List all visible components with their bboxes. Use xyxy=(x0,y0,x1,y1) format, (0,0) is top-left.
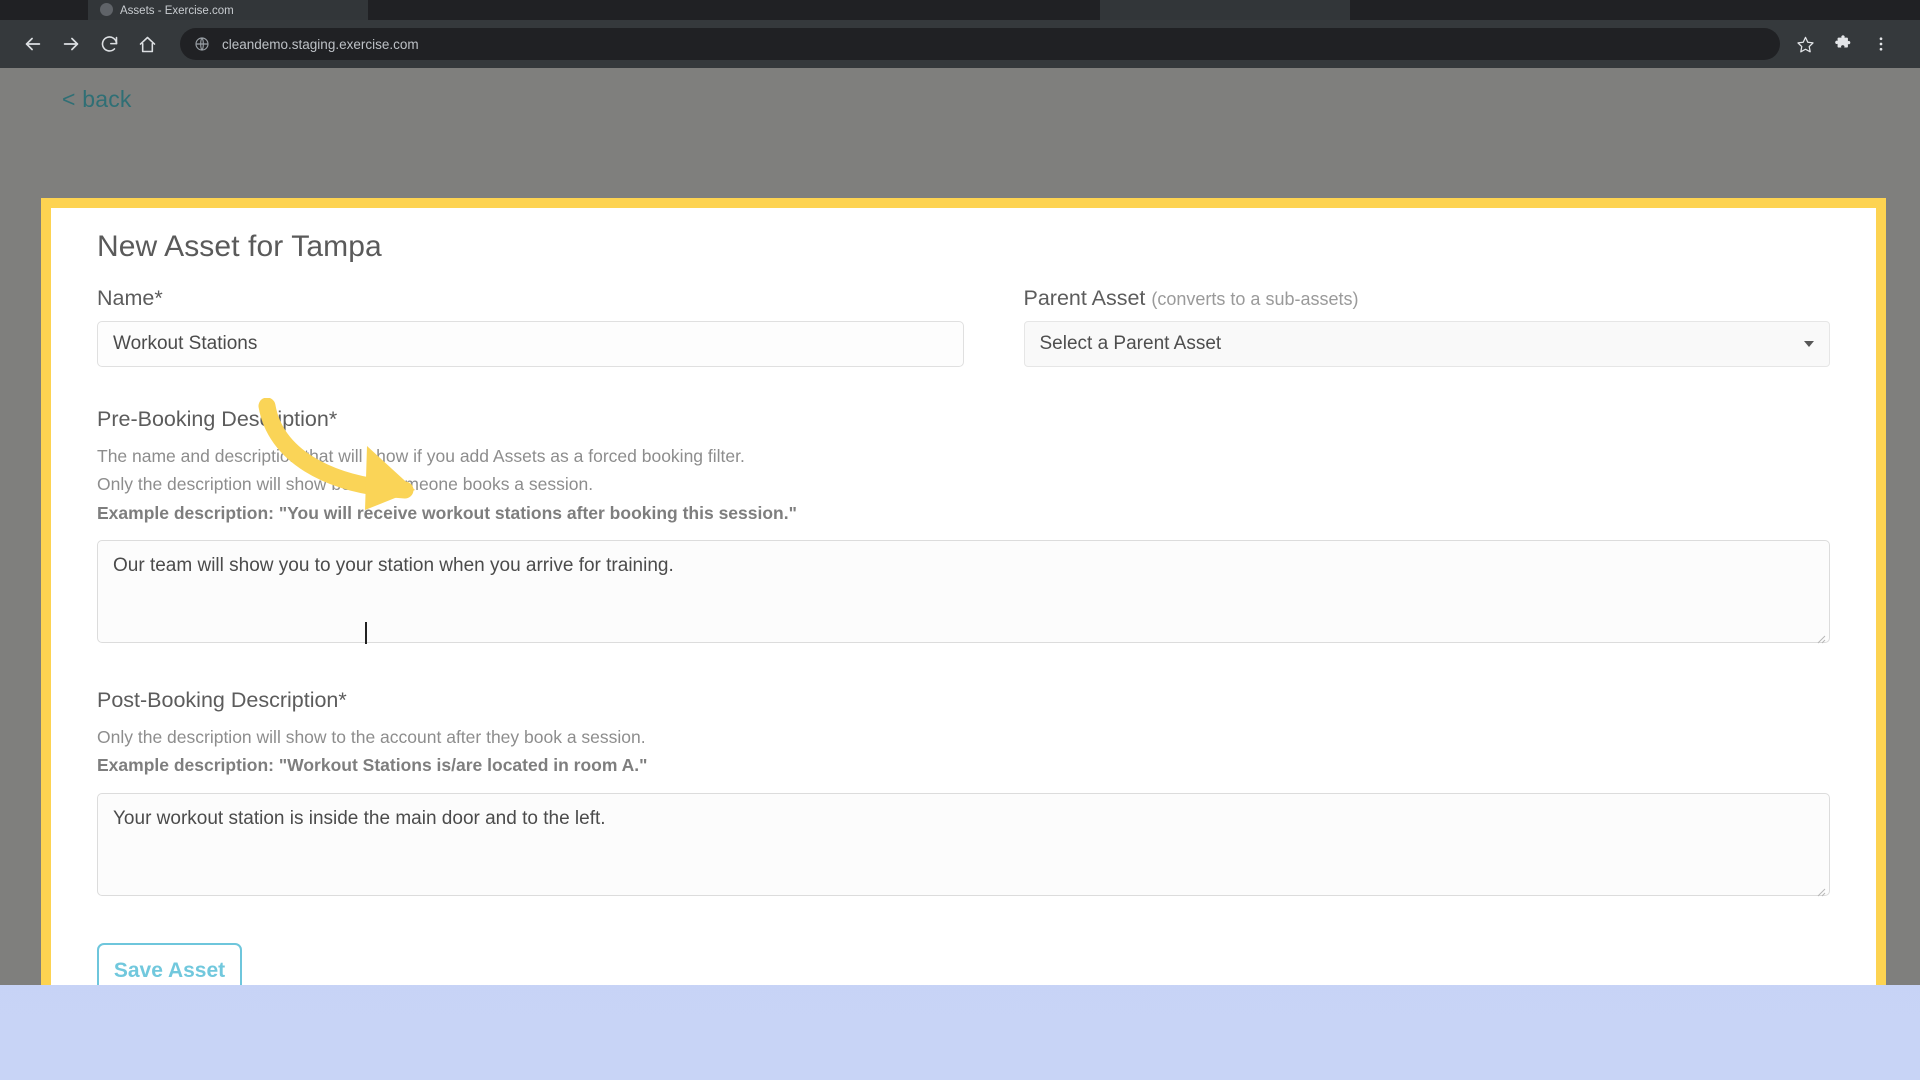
parent-asset-select-wrap: Select a Parent Asset xyxy=(1023,321,1830,367)
pre-booking-title: Pre-Booking Description* xyxy=(97,407,338,431)
parent-asset-label: Parent Asset (converts to a sub-assets) xyxy=(1024,286,1831,311)
post-booking-section: Post-Booking Description* Only the descr… xyxy=(97,688,1830,901)
parent-asset-label-main: Parent Asset xyxy=(1023,286,1146,310)
asset-form-card: New Asset for Tampa Name* Parent Asset (… xyxy=(51,208,1876,985)
top-fields-row: Name* Parent Asset (converts to a sub-as… xyxy=(97,286,1830,367)
browser-toolbar: cleandemo.staging.exercise.com xyxy=(0,20,1920,68)
parent-asset-selected-value: Select a Parent Asset xyxy=(1039,333,1222,354)
browser-window: Assets - Exercise.com cleandemo.staging.… xyxy=(0,0,1920,985)
post-booking-example: Example description: "Workout Stations i… xyxy=(97,755,648,776)
post-booking-textarea-wrap xyxy=(97,785,1830,901)
page-title: New Asset for Tampa xyxy=(97,230,382,263)
parent-asset-group: Parent Asset (converts to a sub-assets) … xyxy=(964,286,1831,367)
pre-booking-section: Pre-Booking Description* The name and de… xyxy=(97,407,1830,648)
address-bar-url: cleandemo.staging.exercise.com xyxy=(222,36,419,52)
post-booking-textarea[interactable] xyxy=(97,792,1830,896)
site-info-globe-icon[interactable] xyxy=(194,36,210,52)
name-field-group: Name* xyxy=(97,286,964,367)
parent-asset-select[interactable]: Select a Parent Asset xyxy=(1023,321,1830,367)
pre-booking-help-line-2: Only the description will show before so… xyxy=(97,474,594,495)
reload-icon[interactable] xyxy=(90,25,128,63)
extensions-puzzle-icon[interactable] xyxy=(1828,29,1858,59)
name-input[interactable] xyxy=(97,321,964,367)
globe-favicon xyxy=(100,3,113,16)
post-booking-title: Post-Booking Description* xyxy=(97,688,347,713)
bookmark-star-icon[interactable] xyxy=(1790,29,1820,59)
name-field-label: Name* xyxy=(97,286,163,310)
browser-tab-title: Assets - Exercise.com xyxy=(120,5,234,17)
parent-asset-label-sub: (converts to a sub-assets) xyxy=(1151,289,1359,309)
back-icon[interactable] xyxy=(14,25,52,63)
back-link[interactable]: < back xyxy=(62,86,132,113)
chrome-menu-icon[interactable] xyxy=(1866,29,1896,59)
address-bar[interactable]: cleandemo.staging.exercise.com xyxy=(180,28,1780,60)
pre-booking-help-line-1: The name and description that will show … xyxy=(97,446,745,466)
post-booking-help-line-1: Only the description will show to the ac… xyxy=(97,727,646,748)
page-viewport: < back New Asset for Tampa Name* Parent … xyxy=(0,68,1920,985)
browser-tab-secondary[interactable] xyxy=(1100,0,1350,20)
browser-tab-active[interactable]: Assets - Exercise.com xyxy=(88,0,368,20)
browser-tab-strip: Assets - Exercise.com xyxy=(0,0,1920,20)
forward-icon[interactable] xyxy=(52,25,90,63)
chevron-down-icon[interactable] xyxy=(1804,341,1814,347)
highlight-frame: New Asset for Tampa Name* Parent Asset (… xyxy=(41,198,1886,985)
save-asset-button[interactable]: Save Asset xyxy=(97,942,242,985)
text-cursor xyxy=(365,622,367,644)
browser-toolbar-actions xyxy=(1790,29,1896,59)
pre-booking-example: Example description: "You will receive w… xyxy=(97,502,797,523)
pre-booking-textarea-wrap xyxy=(97,532,1830,648)
pre-booking-textarea[interactable] xyxy=(97,540,1830,644)
home-icon[interactable] xyxy=(128,25,166,63)
